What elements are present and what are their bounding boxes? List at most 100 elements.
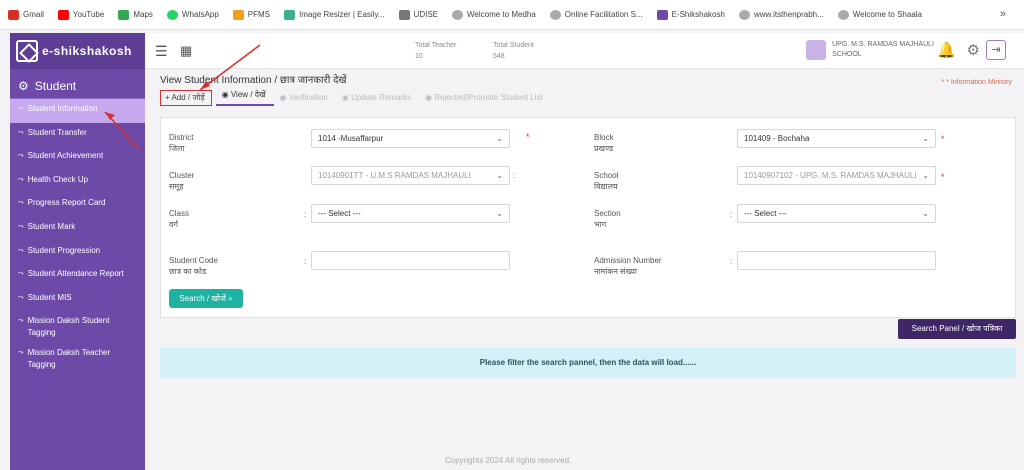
bookmark-udise[interactable]: UDISE xyxy=(398,9,438,20)
eye-icon: ◉ xyxy=(341,93,352,102)
tab-bar: + Add / जोड़ें ◉ View / देखें ◉ Verifica… xyxy=(160,88,551,106)
logout-icon[interactable]: ⇥ xyxy=(986,40,1006,60)
tab-rejected-promote[interactable]: ◉ Rejected/Promote Student List xyxy=(419,91,551,106)
class-select[interactable]: --- Select --- ⌄ xyxy=(311,204,510,223)
gear-icon: ⚙ xyxy=(18,78,29,93)
sidebar-section-student[interactable]: ⚙ Student xyxy=(10,73,145,99)
sidebar-item-student-transfer[interactable]: ⤳ Student Transfer xyxy=(10,123,145,147)
sidebar-item-label: Mission Daksh Student Tagging xyxy=(27,316,110,338)
bookmark-gmail[interactable]: Gmail xyxy=(8,9,44,20)
total-student-label: Total Student xyxy=(493,42,534,49)
maps-icon xyxy=(118,9,130,20)
bookmark-pfms[interactable]: PFMS xyxy=(232,9,270,20)
district-select[interactable]: 1014 -Musaffarpur ⌄ xyxy=(311,129,510,148)
image-resizer-icon xyxy=(284,9,296,20)
eye-icon: ◉ xyxy=(279,93,289,102)
bookmark-maps[interactable]: Maps xyxy=(118,9,153,20)
sidebar-item-label: Student Information xyxy=(27,104,98,113)
brand-name: e-shikshakosh xyxy=(42,44,132,58)
user-role: SCHOOL xyxy=(832,51,862,58)
dash-icon: ⤳ xyxy=(18,246,24,254)
grid-icon[interactable]: ▦ xyxy=(180,43,192,59)
youtube-icon xyxy=(57,9,69,20)
search-form-card: District जिला 1014 -Musaffarpur ⌄ * Block प… xyxy=(160,117,1016,318)
district-label: District जिला xyxy=(169,133,194,153)
top-bar: ☰ ▦ Total Teacher 10 Total Student 548 U… xyxy=(145,33,1024,69)
sidebar-item-label: Student Progression xyxy=(27,245,101,255)
cluster-select[interactable]: 10140901TT - U.M.S RAMDAS MAJHAULI ⌄ xyxy=(311,166,510,185)
sidebar-item-label: Student Attendance Report xyxy=(27,269,124,279)
bookmark-shaala[interactable]: Welcome to Shaala xyxy=(837,9,922,20)
gmail-icon xyxy=(8,9,19,20)
sidebar-item-label: Mission Daksh Teacher Tagging xyxy=(27,348,111,370)
chevron-down-icon: ⌄ xyxy=(922,171,929,180)
dash-icon: ⤳ xyxy=(18,128,24,136)
tab-update-remarks[interactable]: ◉ Update Remarks xyxy=(336,91,419,106)
bookmark-image-resizer[interactable]: Image Resizer | Easily... xyxy=(284,9,385,20)
user-info[interactable]: UPG. M.S. RAMDAS MAJHAULI SCHOOL xyxy=(806,40,934,60)
tab-view[interactable]: ◉ View / देखें xyxy=(215,87,274,106)
bookmark-whatsapp[interactable]: WhatsApp xyxy=(166,9,219,20)
required-marker: * xyxy=(941,134,945,144)
dash-icon: ⤳ xyxy=(18,293,24,301)
search-panel-button[interactable]: Search Panel / खोज पत्रिका xyxy=(898,319,1016,339)
user-name: UPG. M.S. RAMDAS MAJHAULI xyxy=(832,41,934,48)
dash-icon: ⤳ xyxy=(18,105,24,112)
sidebar-item-mission-daksh-student-tagging[interactable]: ⤳ Mission Daksh Student Tagging xyxy=(10,311,145,343)
sidebar-item-student-attendance-report[interactable]: ⤳ Student Attendance Report xyxy=(10,264,145,288)
chevron-down-icon: ⌄ xyxy=(496,209,503,218)
bookmark-medha[interactable]: Welcome to Medha xyxy=(452,9,536,20)
page-title: View Student Information / छात्र जानकारी… xyxy=(160,75,347,86)
sidebar-section-label: Student xyxy=(34,78,77,93)
dash-icon: ⤳ xyxy=(18,222,24,230)
globe-icon xyxy=(738,9,750,20)
chevron-double-right-icon[interactable]: » xyxy=(1000,8,1006,20)
sidebar-item-mission-daksh-teacher-tagging[interactable]: ⤳ Mission Daksh Teacher Tagging xyxy=(10,343,145,375)
student-code-input[interactable] xyxy=(311,251,510,270)
avatar xyxy=(806,40,827,60)
globe-icon xyxy=(549,9,561,20)
sidebar: e-shikshakosh ⚙ Student ⤳ Student Informa… xyxy=(10,33,145,470)
sidebar-item-student-information[interactable]: ⤳ Student Information xyxy=(10,99,145,123)
dash-icon: ⤳ xyxy=(18,349,24,357)
menu-icon[interactable]: ☰ xyxy=(155,43,168,60)
sidebar-item-health-check-up[interactable]: ⤳ Health Check Up xyxy=(10,170,145,194)
school-select[interactable]: 10140907102 - UPG. M.S. RAMDAS MAJHAULI ⌄ xyxy=(737,166,936,185)
gear-icon[interactable]: ⚙ xyxy=(967,41,980,59)
udise-icon xyxy=(398,9,410,20)
bookmark-online-facilitation[interactable]: Online Facilitation S... xyxy=(549,9,643,20)
sidebar-item-student-achievement[interactable]: ⤳ Student Achievement xyxy=(10,146,145,170)
logo-icon xyxy=(16,40,38,62)
marquee-text: * * Information Ministry xyxy=(941,79,1012,86)
admission-number-label: Admission Number नामांकन संख्या xyxy=(594,256,662,276)
globe-icon xyxy=(837,9,849,20)
bell-icon[interactable]: 🔔 xyxy=(937,41,956,59)
bookmark-youtube[interactable]: YouTube xyxy=(57,9,104,20)
chevron-down-icon: ⌄ xyxy=(922,134,929,143)
sidebar-item-student-mark[interactable]: ⤳ Student Mark xyxy=(10,217,145,241)
sidebar-item-label: Student MIS xyxy=(27,292,72,302)
bookmark-e-shikshakosh[interactable]: E-Shikshakosh xyxy=(656,9,725,20)
admission-number-input[interactable] xyxy=(737,251,936,270)
sidebar-item-label: Student Achievement xyxy=(27,151,104,161)
pfms-icon xyxy=(232,9,244,20)
dash-icon: ⤳ xyxy=(18,317,24,325)
colon: : xyxy=(730,210,733,219)
sidebar-item-student-progression[interactable]: ⤳ Student Progression xyxy=(10,241,145,265)
dash-icon: ⤳ xyxy=(18,152,24,160)
e-shikshakosh-icon xyxy=(656,9,668,20)
block-select[interactable]: 101409 - Bochaha ⌄ xyxy=(737,129,936,148)
tab-verification[interactable]: ◉ Verification xyxy=(274,91,336,106)
brand[interactable]: e-shikshakosh xyxy=(10,33,145,69)
bookmark-itsthen[interactable]: www.itsthenprabh... xyxy=(738,9,824,20)
tab-add[interactable]: + Add / जोड़ें xyxy=(160,90,212,106)
section-label: Section भाग xyxy=(594,209,621,229)
total-teacher-label: Total Teacher xyxy=(415,42,457,49)
section-select[interactable]: --- Select --- ⌄ xyxy=(737,204,936,223)
total-student-stat: Total Student 548 xyxy=(493,40,534,62)
sidebar-item-student-mis[interactable]: ⤳ Student MIS xyxy=(10,288,145,312)
sidebar-item-progress-report-card[interactable]: ⤳ Progress Report Card xyxy=(10,193,145,217)
globe-icon xyxy=(452,9,463,20)
search-button[interactable]: Search / खोजें ⌕ xyxy=(169,289,243,308)
sidebar-item-label: Student Mark xyxy=(27,221,76,231)
